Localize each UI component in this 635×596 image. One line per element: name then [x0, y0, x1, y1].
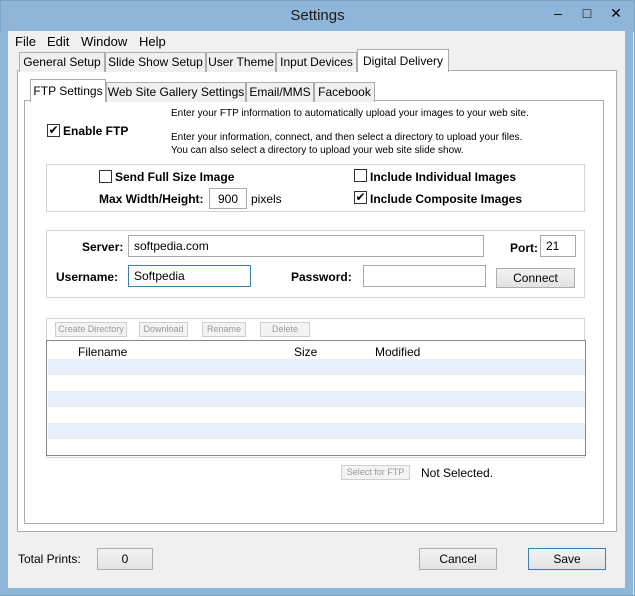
password-label: Password: — [291, 270, 352, 284]
send-full-size-checkbox[interactable] — [99, 170, 112, 183]
checkmark-icon: ✔ — [355, 190, 366, 204]
server-label: Server: — [82, 240, 124, 254]
create-directory-button[interactable]: Create Directory — [55, 322, 127, 337]
save-button[interactable]: Save — [528, 548, 606, 570]
include-composite-label: Include Composite Images — [370, 192, 523, 206]
close-icon[interactable]: ✕ — [602, 2, 630, 24]
menu-window[interactable]: Window — [81, 34, 127, 49]
download-button[interactable]: Download — [139, 322, 188, 337]
password-input[interactable] — [363, 265, 486, 287]
tab-user-theme[interactable]: User Theme — [206, 52, 276, 72]
send-full-size-label: Send Full Size Image — [115, 170, 235, 184]
pixels-label: pixels — [251, 192, 282, 206]
select-for-ftp-button[interactable]: Select for FTP — [341, 465, 410, 480]
tab-slide-show-setup[interactable]: Slide Show Setup — [105, 52, 206, 72]
column-header-size[interactable]: Size — [294, 345, 317, 359]
maximize-icon[interactable]: □ — [573, 2, 601, 24]
ftp-info-line-2: Enter your information, connect, and the… — [171, 132, 523, 143]
total-prints-label: Total Prints: — [18, 552, 81, 566]
column-header-filename[interactable]: Filename — [78, 345, 127, 359]
minimize-icon[interactable]: – — [544, 2, 572, 24]
tab-general-setup[interactable]: General Setup — [19, 52, 105, 72]
delete-button[interactable]: Delete — [260, 322, 310, 337]
table-row[interactable] — [48, 407, 585, 423]
table-row[interactable] — [48, 391, 585, 407]
table-row[interactable] — [48, 423, 585, 439]
server-input[interactable]: softpedia.com — [128, 235, 484, 257]
tab-facebook[interactable]: Facebook — [314, 82, 375, 102]
rename-button[interactable]: Rename — [202, 322, 246, 337]
enable-ftp-label: Enable FTP — [63, 124, 129, 138]
ftp-info-line-3: You can also select a directory to uploa… — [171, 145, 464, 156]
ftp-info-line-1: Enter your FTP information to automatica… — [171, 108, 529, 119]
column-header-modified[interactable]: Modified — [375, 345, 420, 359]
table-row[interactable] — [48, 359, 585, 375]
username-input[interactable]: Softpedia — [128, 265, 251, 287]
menu-edit[interactable]: Edit — [47, 34, 69, 49]
menu-file[interactable]: File — [15, 34, 36, 49]
include-composite-checkbox[interactable]: ✔ — [354, 191, 367, 204]
cancel-button[interactable]: Cancel — [419, 548, 497, 570]
port-label: Port: — [510, 241, 538, 255]
title-bar[interactable]: Settings – □ ✕ — [1, 1, 634, 32]
include-individual-checkbox[interactable] — [354, 169, 367, 182]
menu-help[interactable]: Help — [139, 34, 166, 49]
table-row[interactable] — [48, 375, 585, 391]
checkmark-icon: ✔ — [48, 123, 59, 137]
enable-ftp-checkbox[interactable]: ✔ — [47, 124, 60, 137]
total-prints-value: 0 — [97, 548, 153, 570]
tab-digital-delivery[interactable]: Digital Delivery — [357, 49, 449, 72]
tab-ftp-settings[interactable]: FTP Settings — [30, 79, 106, 102]
username-label: Username: — [56, 270, 119, 284]
max-width-height-input[interactable]: 900 — [209, 188, 247, 209]
tab-web-site-gallery-settings[interactable]: Web Site Gallery Settings — [106, 82, 246, 102]
include-individual-label: Include Individual Images — [370, 170, 517, 184]
max-width-height-label: Max Width/Height: — [99, 192, 204, 206]
window-border-left — [0, 31, 8, 591]
window-border-bottom — [0, 588, 633, 595]
table-row[interactable] — [48, 439, 585, 455]
window-border-right — [625, 31, 633, 591]
select-for-ftp-status: Not Selected. — [421, 466, 494, 480]
tab-input-devices[interactable]: Input Devices — [276, 52, 357, 72]
file-table[interactable]: Filename Size Modified — [46, 340, 586, 456]
tab-email-mms[interactable]: Email/MMS — [246, 82, 314, 102]
connect-button[interactable]: Connect — [496, 268, 575, 288]
port-input[interactable]: 21 — [540, 235, 576, 257]
window-title: Settings — [290, 7, 345, 24]
